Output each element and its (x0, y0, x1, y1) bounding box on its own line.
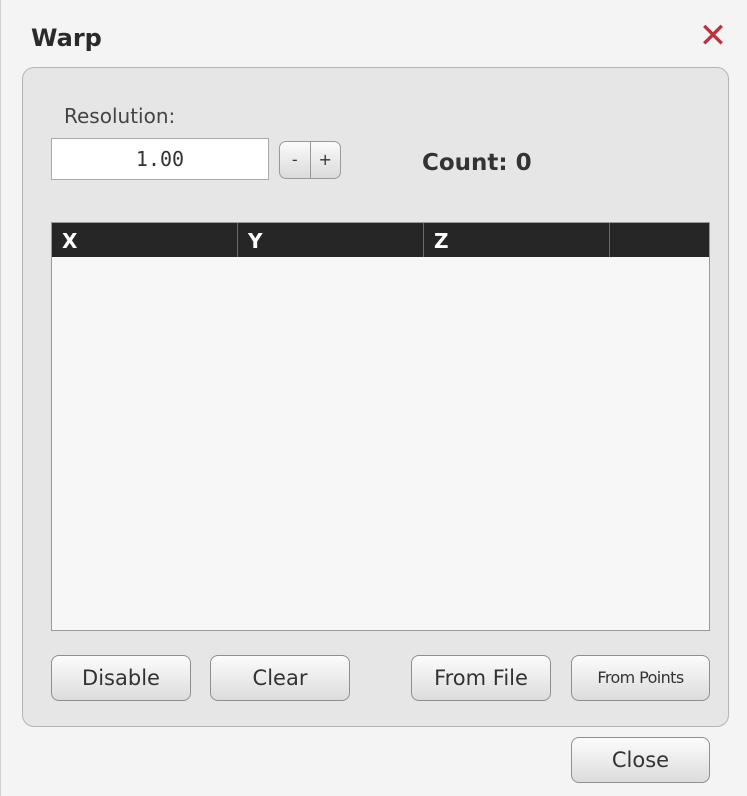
points-table[interactable]: X Y Z (51, 222, 710, 631)
close-button[interactable]: Close (571, 737, 710, 783)
close-icon[interactable]: ✕ (695, 18, 731, 54)
from-file-button[interactable]: From File (411, 655, 551, 701)
count-label: Count: 0 (422, 150, 532, 176)
dialog-title: Warp (31, 24, 102, 52)
from-points-button[interactable]: From Points (571, 655, 710, 701)
table-header: X Y Z (52, 223, 709, 257)
warp-dialog: Warp ✕ Resolution: 1.00 - + Count: 0 X Y… (0, 0, 747, 796)
increment-button[interactable]: + (309, 142, 341, 178)
clear-button[interactable]: Clear (210, 655, 350, 701)
disable-button[interactable]: Disable (51, 655, 191, 701)
column-header-x[interactable]: X (52, 223, 238, 257)
column-header-y[interactable]: Y (238, 223, 424, 257)
column-header-z[interactable]: Z (424, 223, 610, 257)
decrement-button[interactable]: - (280, 142, 310, 178)
column-header-extra[interactable] (610, 223, 709, 257)
resolution-label: Resolution: (64, 104, 176, 128)
resolution-stepper: - + (279, 141, 341, 179)
resolution-input[interactable]: 1.00 (51, 138, 269, 180)
